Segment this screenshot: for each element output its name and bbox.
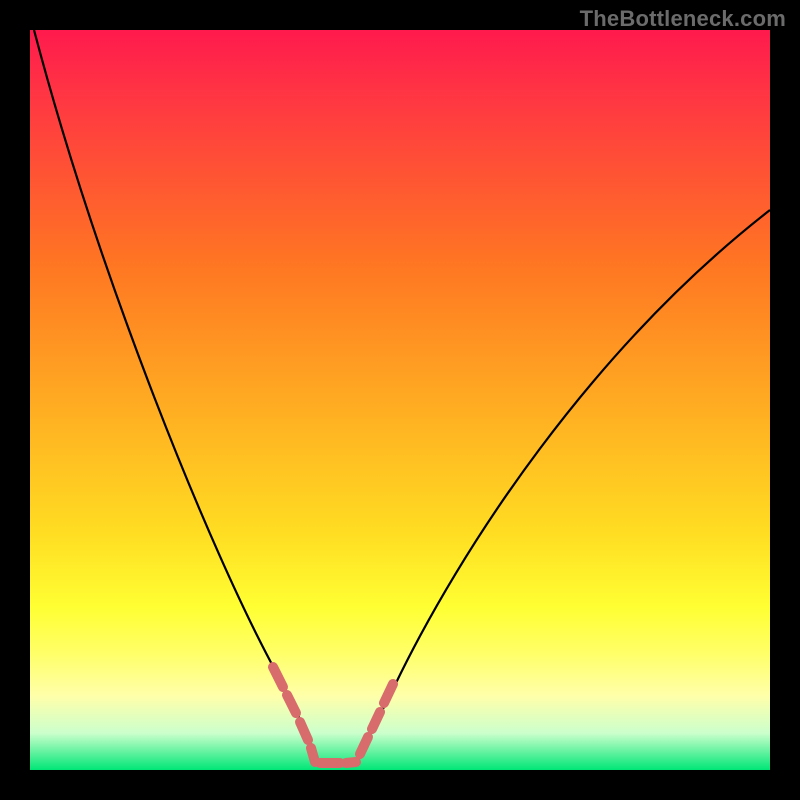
main-curve bbox=[34, 30, 770, 763]
frame-border-right bbox=[770, 0, 800, 800]
watermark-text: TheBottleneck.com bbox=[580, 6, 786, 32]
bottleneck-chart bbox=[30, 30, 770, 770]
frame-border-left bbox=[0, 0, 30, 800]
frame-border-bottom bbox=[0, 770, 800, 800]
highlight-beads bbox=[273, 667, 393, 763]
